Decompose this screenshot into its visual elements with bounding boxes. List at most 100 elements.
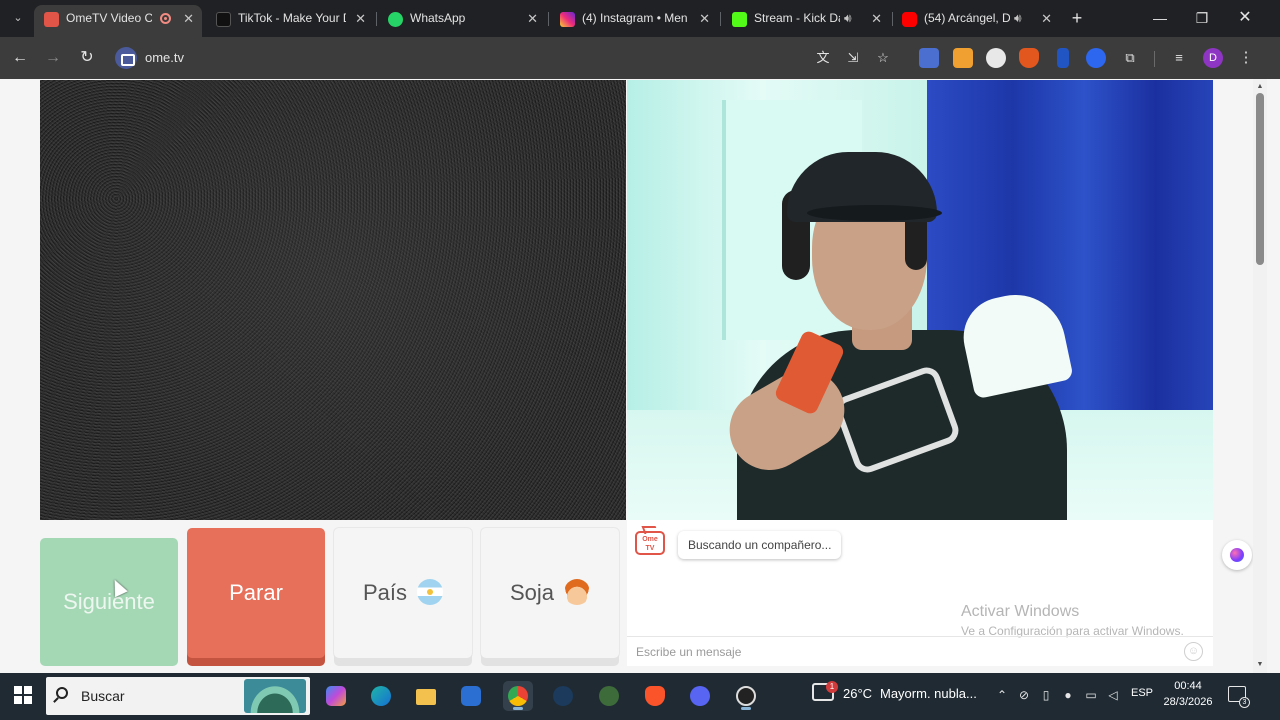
- tab-title: (54) Arcángel, D: [924, 11, 1010, 25]
- tab-whatsapp[interactable]: WhatsApp ✕: [378, 5, 546, 32]
- scroll-down-arrow-icon[interactable]: ▼: [1253, 659, 1267, 671]
- weather-icon: 1: [812, 681, 838, 701]
- tab-title: TikTok - Make Your D: [238, 11, 346, 25]
- clock-date: 28/3/2026: [1163, 696, 1213, 708]
- windows-start-icon[interactable]: [14, 686, 32, 704]
- tab-separator: [720, 12, 721, 26]
- file-explorer-app[interactable]: [411, 681, 441, 711]
- notification-count: 3: [1239, 697, 1250, 708]
- obs-app[interactable]: [731, 681, 761, 711]
- watermark-title: Activar Windows: [961, 603, 1080, 620]
- bookmark-star-icon[interactable]: ☆: [873, 48, 893, 68]
- stop-button[interactable]: Parar: [187, 528, 325, 658]
- game-icon: [599, 686, 619, 706]
- profile-avatar[interactable]: D: [1203, 48, 1223, 68]
- tab-youtube[interactable]: (54) Arcángel, D 🔊︎ ✕: [892, 5, 1060, 32]
- browser-toolbar: ← → ↻ ome.tv 文 ⇲ ☆ ⧉ ≡ D ⋮: [0, 37, 1280, 79]
- restore-button[interactable]: ❐: [1182, 4, 1222, 32]
- input-language[interactable]: ESP: [1131, 673, 1153, 714]
- back-button[interactable]: ←: [9, 47, 31, 69]
- tab-close-icon[interactable]: ✕: [699, 5, 710, 32]
- folder-icon: [416, 689, 436, 705]
- tab-strip: ⌄ OmeTV Video Ch ✕ TikTok - Make Your D …: [0, 0, 1280, 37]
- tiktok-favicon-icon: [216, 12, 231, 27]
- mail-icon: [461, 686, 481, 706]
- extensions-puzzle-icon[interactable]: ⧉: [1120, 48, 1140, 68]
- system-clock[interactable]: 00:44 28/3/2026: [1160, 678, 1216, 710]
- tab-instagram[interactable]: (4) Instagram • Mens ✕: [550, 5, 718, 32]
- taskbar-search[interactable]: Buscar: [46, 677, 310, 715]
- gender-button[interactable]: Soja: [481, 528, 619, 658]
- ometv-favicon-icon: [44, 12, 59, 27]
- extension-shield-icon[interactable]: [1057, 48, 1069, 68]
- tab-close-icon[interactable]: ✕: [1041, 5, 1052, 32]
- device-icon[interactable]: ▯: [1038, 687, 1054, 703]
- browser-menu-icon[interactable]: ⋮: [1236, 48, 1256, 68]
- volume-icon[interactable]: ◁: [1105, 687, 1121, 703]
- address-bar[interactable]: ome.tv: [108, 42, 908, 74]
- chat-panel: Ome TV Buscando un compañero... Activar …: [627, 520, 1213, 666]
- weather-temperature: 26°C: [843, 686, 873, 701]
- discord-icon: [690, 686, 710, 706]
- emoji-icon[interactable]: ☺: [1184, 642, 1203, 661]
- copilot-app[interactable]: [321, 681, 351, 711]
- whatsapp-favicon-icon: [388, 12, 403, 27]
- sync-off-icon[interactable]: ⊘: [1016, 687, 1032, 703]
- floating-assistant-icon[interactable]: [1222, 540, 1252, 570]
- extension-fox-icon[interactable]: [1019, 48, 1039, 68]
- steam-app[interactable]: [548, 681, 578, 711]
- chrome-app[interactable]: [503, 681, 533, 711]
- minimize-button[interactable]: —: [1140, 4, 1180, 32]
- country-button[interactable]: País: [334, 528, 472, 658]
- tab-search-button[interactable]: ⌄: [6, 7, 30, 29]
- translate-icon[interactable]: 文: [813, 48, 833, 68]
- discord-app[interactable]: [685, 681, 715, 711]
- forward-button[interactable]: →: [42, 47, 64, 69]
- extension-circle-icon[interactable]: [1086, 48, 1106, 68]
- tab-close-icon[interactable]: ✕: [527, 5, 538, 32]
- active-app-indicator: [513, 707, 523, 710]
- activate-windows-watermark: Activar Windows Ve a Configuración para …: [961, 603, 1184, 638]
- windows-taskbar: Buscar 1 26°C Mayorm. nubla... ⌃ ⊘ ▯ ● ▭…: [0, 673, 1280, 720]
- translate-extension-icon[interactable]: [919, 48, 939, 68]
- tab-ometv[interactable]: OmeTV Video Ch ✕: [34, 5, 202, 37]
- media-control-icon[interactable]: ≡: [1169, 48, 1189, 68]
- site-info-icon[interactable]: [115, 47, 137, 69]
- copilot-icon: [326, 686, 346, 706]
- gender-button-label: Soja: [509, 580, 555, 605]
- install-app-icon[interactable]: ⇲: [843, 48, 863, 68]
- speaker-icon[interactable]: 🔊︎: [1014, 5, 1022, 32]
- extension-game-icon[interactable]: [986, 48, 1006, 68]
- recording-app-icon: [736, 686, 756, 706]
- tab-kick[interactable]: Stream - Kick Da 🔊︎ ✕: [722, 5, 890, 32]
- show-hidden-icons-chevron-icon[interactable]: ⌃: [994, 687, 1010, 703]
- chat-message-input[interactable]: [636, 641, 1166, 663]
- scroll-up-arrow-icon[interactable]: ▲: [1253, 81, 1267, 93]
- outlook-app[interactable]: [456, 681, 486, 711]
- reload-button[interactable]: ↻: [76, 47, 98, 69]
- weather-description: Mayorm. nubla...: [880, 686, 977, 701]
- close-window-button[interactable]: ✕: [1225, 4, 1265, 32]
- speaker-icon[interactable]: 🔊︎: [844, 5, 852, 32]
- new-tab-button[interactable]: +: [1066, 6, 1088, 30]
- ometv-page: Siguiente Parar País Soja Ome TV Buscand…: [0, 79, 1253, 673]
- tab-title: OmeTV Video Ch: [66, 11, 152, 25]
- extension-orange-icon[interactable]: [953, 48, 973, 68]
- page-margin: [1267, 79, 1280, 673]
- next-button[interactable]: Siguiente: [40, 538, 178, 666]
- microphone-icon[interactable]: ●: [1060, 687, 1076, 703]
- tab-close-icon[interactable]: ✕: [183, 5, 194, 32]
- network-icon[interactable]: ▭: [1083, 687, 1099, 703]
- instagram-favicon-icon: [560, 12, 575, 27]
- country-button-label: País: [362, 580, 408, 605]
- tab-close-icon[interactable]: ✕: [355, 5, 366, 32]
- edge-app[interactable]: [366, 681, 396, 711]
- weather-badge: 1: [826, 681, 838, 693]
- brave-app[interactable]: [640, 681, 670, 711]
- scrollbar-thumb[interactable]: [1256, 93, 1264, 265]
- game-app[interactable]: [594, 681, 624, 711]
- page-scrollbar[interactable]: ▲ ▼: [1253, 79, 1267, 673]
- tab-close-icon[interactable]: ✕: [871, 5, 882, 32]
- search-icon: [56, 687, 68, 699]
- tab-tiktok[interactable]: TikTok - Make Your D ✕: [206, 5, 374, 32]
